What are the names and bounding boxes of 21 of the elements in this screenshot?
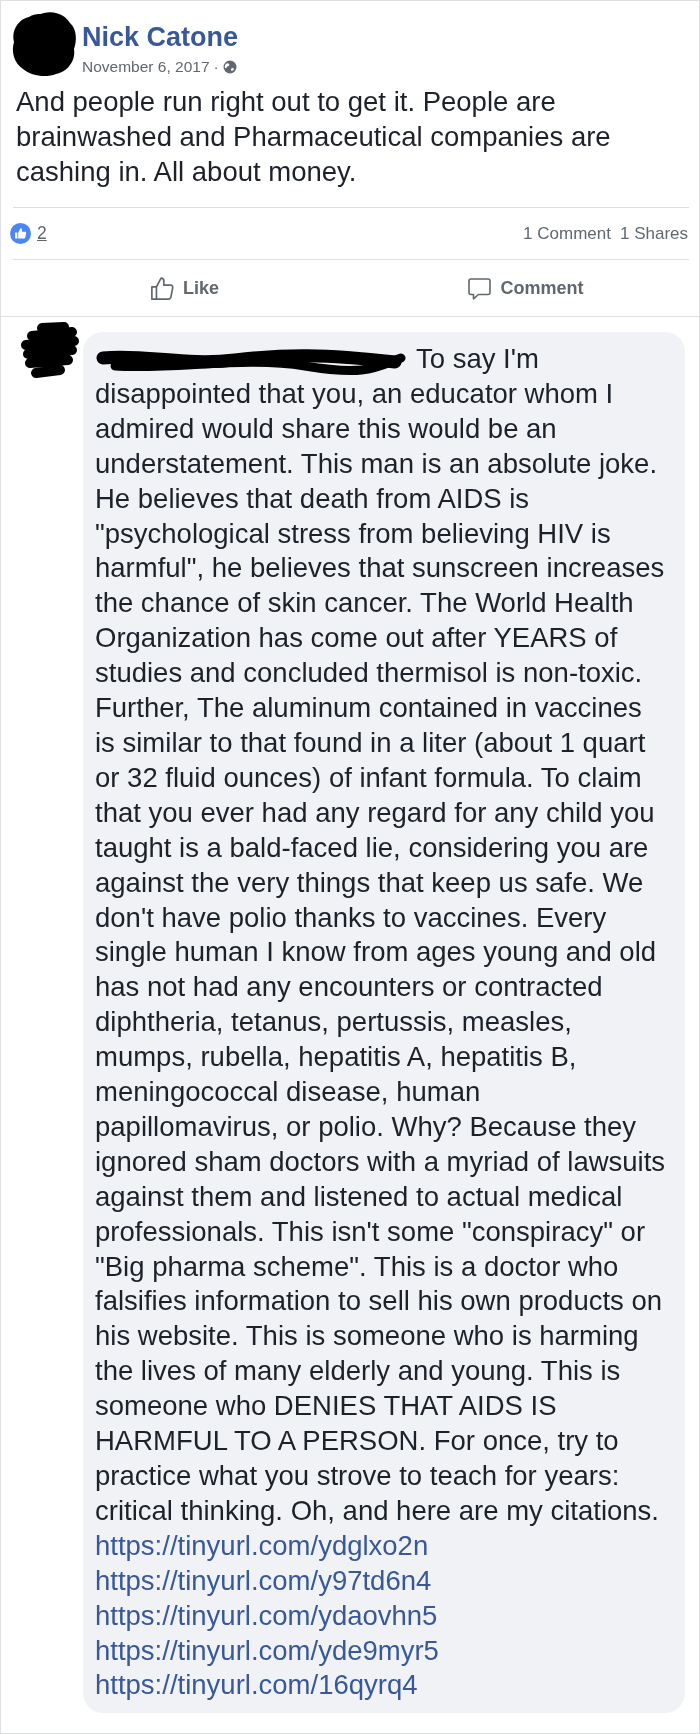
link[interactable]: https://tinyurl.com/y97td6n4 <box>95 1563 432 1599</box>
thumbs-up-icon <box>150 275 175 301</box>
comment-count[interactable]: 1 Comment <box>523 223 611 244</box>
link[interactable]: https://tinyurl.com/yde9myr5 <box>95 1633 439 1669</box>
redacted-avatar <box>20 322 80 380</box>
speech-bubble-icon <box>467 275 493 301</box>
reaction-count[interactable]: 2 <box>37 223 47 244</box>
link[interactable]: https://tinyurl.com/ydglxo2n <box>95 1528 429 1564</box>
post-text: And people run right out to get it. People are brainwashed and Pharmaceutical companies are cashing in. All about money. <box>15 85 612 189</box>
like-button[interactable]: Like <box>14 260 355 316</box>
link[interactable]: https://tinyurl.com/ydaovhn5 <box>95 1598 438 1634</box>
thumbs-up-icon <box>10 223 31 244</box>
comment-text: To say I'm disappointed that you, an educator whom I admired would share this would be an understatement. This man is an absolute joke. He believes that death from AIDS is "psychological stress from believing HIV is harmful", he believes that sunscreen increases the chance of skin cancer. The World Health Organization has come out after YEARS of studies and concluded thermisol is non-toxic. Further, The aluminum contained in vaccines is similar to that found in a liter (about 1 quart or 32 fluid ounces) of infant formula. To claim that you ever had any regard for any child you taught is a bald-faced lie, considering you are against the very things that keep us safe. We don't have polio thanks to vaccines. Every single human I know from ages young and old has not had any encounters or contracted diphtheria, tetanus, pertussis, measles, mumps, rubella, hepatitis A, hepatitis B, meningococcal disease, human papillomavirus, or polio. Why? Because they ignored sham doctors with a myriad of lawsuits against them and listened to actual medical professionals. This isn't some "conspiracy" or "Big pharma scheme". This is a doctor who falsifies information to sell his own products on his website. This is someone who is harming the lives of many elderly and young. This is someone who DENIES THAT AIDS IS HARMFUL TO A PERSON. For once, try to practice what you strove to teach for years: critical thinking. Oh, and here are my citations. <box>95 342 667 1528</box>
globe-icon <box>222 60 237 74</box>
comment-button[interactable]: Comment <box>355 260 696 316</box>
share-count[interactable]: 1 Shares <box>619 223 688 244</box>
author-name[interactable]: Nick Catone <box>82 22 239 52</box>
redacted-avatar <box>10 10 78 78</box>
post-date[interactable]: November 6, 2017 <box>82 58 210 76</box>
link[interactable]: https://tinyurl.com/16qyrq4 <box>95 1668 418 1704</box>
separator-dot: · <box>213 58 219 76</box>
